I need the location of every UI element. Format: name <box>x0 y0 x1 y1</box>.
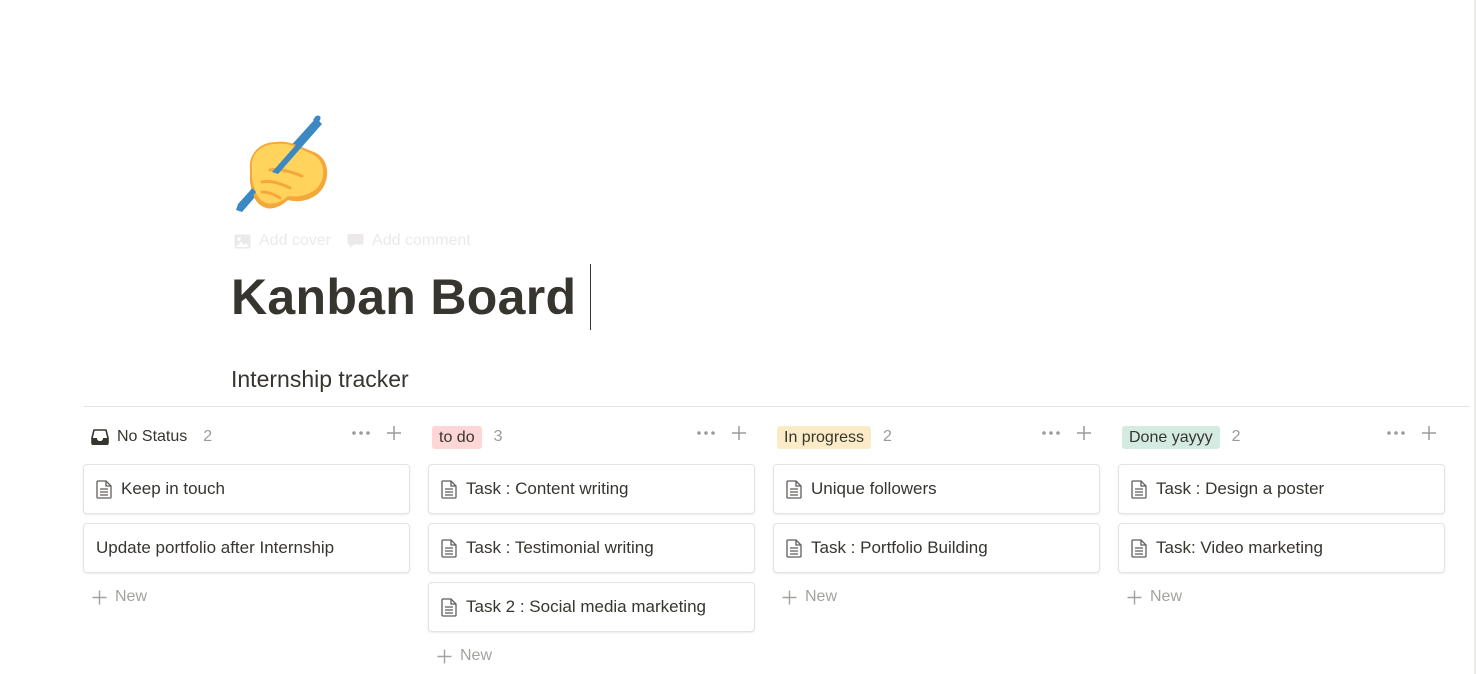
column-count: 2 <box>1231 428 1241 445</box>
document-icon <box>441 597 458 617</box>
status-tag[interactable]: to do <box>432 425 482 449</box>
new-card-label: New <box>115 588 148 605</box>
document-icon <box>786 479 803 499</box>
document-icon <box>786 538 803 558</box>
divider <box>84 406 1470 407</box>
board-card[interactable]: Task : Design a poster <box>1118 464 1445 514</box>
add-comment-label: Add comment <box>372 232 471 249</box>
board-card[interactable]: Task : Content writing <box>428 464 755 514</box>
add-card-icon[interactable] <box>1421 425 1437 441</box>
board-column-no-status: No Status 2 Keep in touch Update portfol… <box>83 420 410 671</box>
card-list: Keep in touch Update portfolio after Int… <box>83 464 410 573</box>
card-list: Unique followers Task : Portfolio Buildi… <box>773 464 1100 573</box>
column-count: 2 <box>883 428 892 445</box>
status-tag[interactable]: In progress <box>777 425 872 449</box>
page-description[interactable]: Internship tracker <box>231 366 409 393</box>
writing-hand-icon[interactable] <box>232 112 332 216</box>
board-column-done: Done yayyy 2 Task : Design a poster Task… <box>1118 420 1445 671</box>
column-header: In progress 2 <box>773 420 1100 454</box>
card-title: Update portfolio after Internship <box>96 538 335 557</box>
status-group-label[interactable]: No Status <box>87 427 191 447</box>
card-title: Task : Content writing <box>466 479 629 498</box>
card-list: Task : Content writing Task : Testimonia… <box>428 464 755 632</box>
new-card-button[interactable]: New <box>83 582 410 612</box>
add-comment-button[interactable]: Add comment <box>347 232 471 250</box>
column-controls <box>1042 425 1092 441</box>
board-column-in-progress: In progress 2 Unique followers Task: Po… <box>773 420 1100 671</box>
column-count: 3 <box>493 428 503 445</box>
more-options-icon[interactable] <box>352 431 370 435</box>
plus-icon <box>92 590 107 604</box>
comment-icon <box>347 234 364 248</box>
inbox-icon <box>91 429 109 445</box>
card-list: Task : Design a poster Task: Video marke… <box>1118 464 1445 573</box>
image-icon <box>234 234 251 248</box>
board-card[interactable]: Task: Video marketing <box>1118 523 1445 573</box>
new-card-button[interactable]: New <box>773 582 1100 612</box>
page-actions: Add cover Add comment <box>234 232 471 250</box>
new-card-label: New <box>805 588 838 605</box>
kanban-board: No Status 2 Keep in touch Update portfol… <box>83 420 1445 671</box>
card-title: Task : Design a poster <box>1156 479 1325 498</box>
more-options-icon[interactable] <box>1387 431 1405 435</box>
text-cursor <box>590 264 592 330</box>
board-card[interactable]: Unique followers <box>773 464 1100 514</box>
more-options-icon[interactable] <box>1042 431 1060 435</box>
new-card-button[interactable]: New <box>428 641 755 671</box>
column-header: Done yayyy 2 <box>1118 420 1445 454</box>
document-icon <box>1131 479 1148 499</box>
card-title: Task : Testimonial writing <box>466 538 654 557</box>
board-card[interactable]: Keep in touch <box>83 464 410 514</box>
document-icon <box>441 538 458 558</box>
column-header: to do 3 <box>428 420 755 454</box>
board-column-to-do: to do 3 Task : Content writing Task: Te… <box>428 420 755 671</box>
board-card[interactable]: Task : Testimonial writing <box>428 523 755 573</box>
status-name: No Status <box>117 428 188 445</box>
card-title: Keep in touch <box>121 479 225 498</box>
new-card-button[interactable]: New <box>1118 582 1445 612</box>
board-card[interactable]: Update portfolio after Internship <box>83 523 410 573</box>
add-card-icon[interactable] <box>1076 425 1092 441</box>
plus-icon <box>782 590 797 604</box>
add-cover-button[interactable]: Add cover <box>234 232 331 250</box>
column-header: No Status 2 <box>83 420 410 454</box>
more-options-icon[interactable] <box>697 431 715 435</box>
new-card-label: New <box>1150 588 1183 605</box>
column-count: 2 <box>203 428 213 445</box>
document-icon <box>1131 538 1148 558</box>
page: Add cover Add comment Kanban Board Inter… <box>0 0 1476 674</box>
add-card-icon[interactable] <box>731 425 747 441</box>
card-title: Task 2 : Social media marketing <box>466 597 706 616</box>
card-title: Task : Portfolio Building <box>811 538 988 557</box>
new-card-label: New <box>460 647 493 664</box>
add-card-icon[interactable] <box>386 425 402 441</box>
document-icon <box>441 479 458 499</box>
card-title: Unique followers <box>811 479 937 498</box>
board-card[interactable]: Task 2 : Social media marketing <box>428 582 755 632</box>
page-title[interactable]: Kanban Board <box>231 264 592 330</box>
add-cover-label: Add cover <box>259 232 332 249</box>
plus-icon <box>1127 590 1142 604</box>
page-title-text[interactable]: Kanban Board <box>231 268 576 326</box>
card-title: Task: Video marketing <box>1156 538 1323 557</box>
plus-icon <box>437 649 452 663</box>
board-card[interactable]: Task : Portfolio Building <box>773 523 1100 573</box>
status-tag[interactable]: Done yayyy <box>1122 425 1220 449</box>
document-icon <box>96 479 113 499</box>
column-controls <box>1387 425 1437 441</box>
column-controls <box>697 425 747 441</box>
column-controls <box>352 425 402 441</box>
